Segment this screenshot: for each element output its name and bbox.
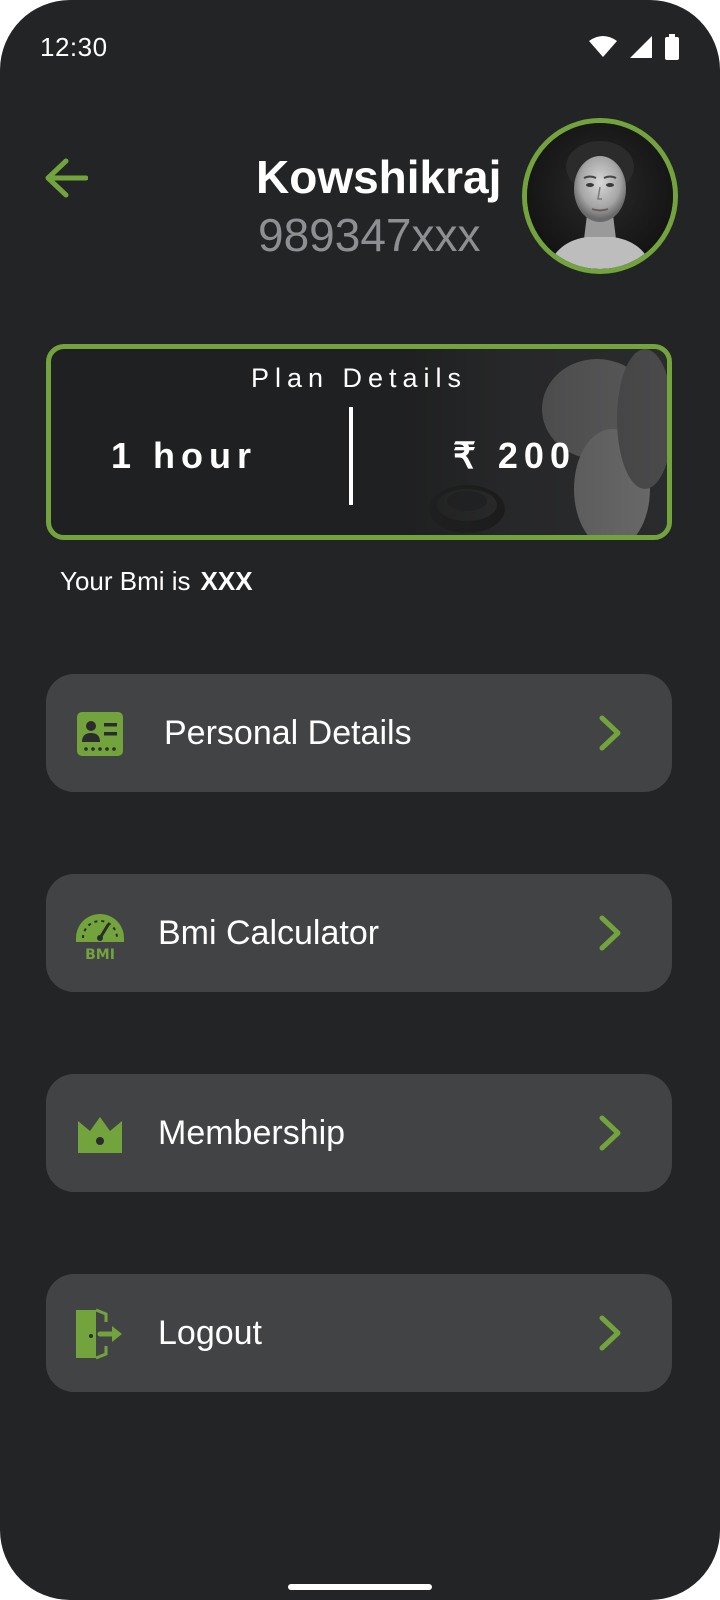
bmi-gauge-icon: BMI: [74, 908, 126, 960]
home-indicator[interactable]: [288, 1584, 432, 1590]
logout-icon: [74, 1308, 126, 1360]
plan-price: ₹ 200: [453, 435, 576, 476]
crown-icon: [74, 1108, 126, 1160]
chevron-right-icon: [599, 915, 621, 951]
avatar-photo: [527, 123, 673, 269]
status-bar: 12:30: [0, 0, 720, 90]
chevron-right-icon: [599, 715, 621, 751]
menu-item-personal-details[interactable]: Personal Details: [46, 674, 672, 792]
app-screen: 12:30 Kowshikraj 989347xxx Plan Details …: [0, 0, 720, 1600]
chevron-right-icon: [599, 1115, 621, 1151]
bmi-summary: Your Bmi is XXX: [60, 566, 253, 597]
menu-item-bmi-calculator[interactable]: BMI Bmi Calculator: [46, 874, 672, 992]
plan-title: Plan Details: [250, 363, 468, 393]
back-button[interactable]: [40, 152, 92, 204]
menu-item-membership[interactable]: Membership: [46, 1074, 672, 1192]
svg-text:BMI: BMI: [85, 947, 115, 960]
plan-duration: 1 hour: [111, 435, 258, 476]
wifi-icon: [589, 36, 617, 57]
bmi-value: XXX: [200, 566, 253, 596]
plan-details-card: Plan Details 1 hour ₹ 200: [46, 344, 672, 540]
id-card-icon: [74, 708, 126, 760]
profile-name: Kowshikraj: [256, 151, 502, 203]
battery-icon: [665, 34, 679, 60]
bmi-label: Your Bmi is: [60, 566, 191, 596]
chevron-right-icon: [599, 1315, 621, 1351]
menu-label-logout: Logout: [158, 1314, 262, 1352]
menu-item-logout[interactable]: Logout: [46, 1274, 672, 1392]
arrow-left-icon: [45, 158, 88, 198]
signal-icon: [630, 36, 652, 58]
menu-label-bmi-calculator: Bmi Calculator: [158, 914, 380, 952]
status-icons: [588, 34, 680, 60]
menu-label-personal-details: Personal Details: [164, 714, 412, 752]
menu-label-membership: Membership: [158, 1114, 346, 1152]
profile-phone: 989347xxx: [258, 209, 481, 261]
avatar[interactable]: [522, 118, 678, 274]
status-time: 12:30: [40, 32, 108, 62]
plan-divider: [349, 407, 353, 505]
